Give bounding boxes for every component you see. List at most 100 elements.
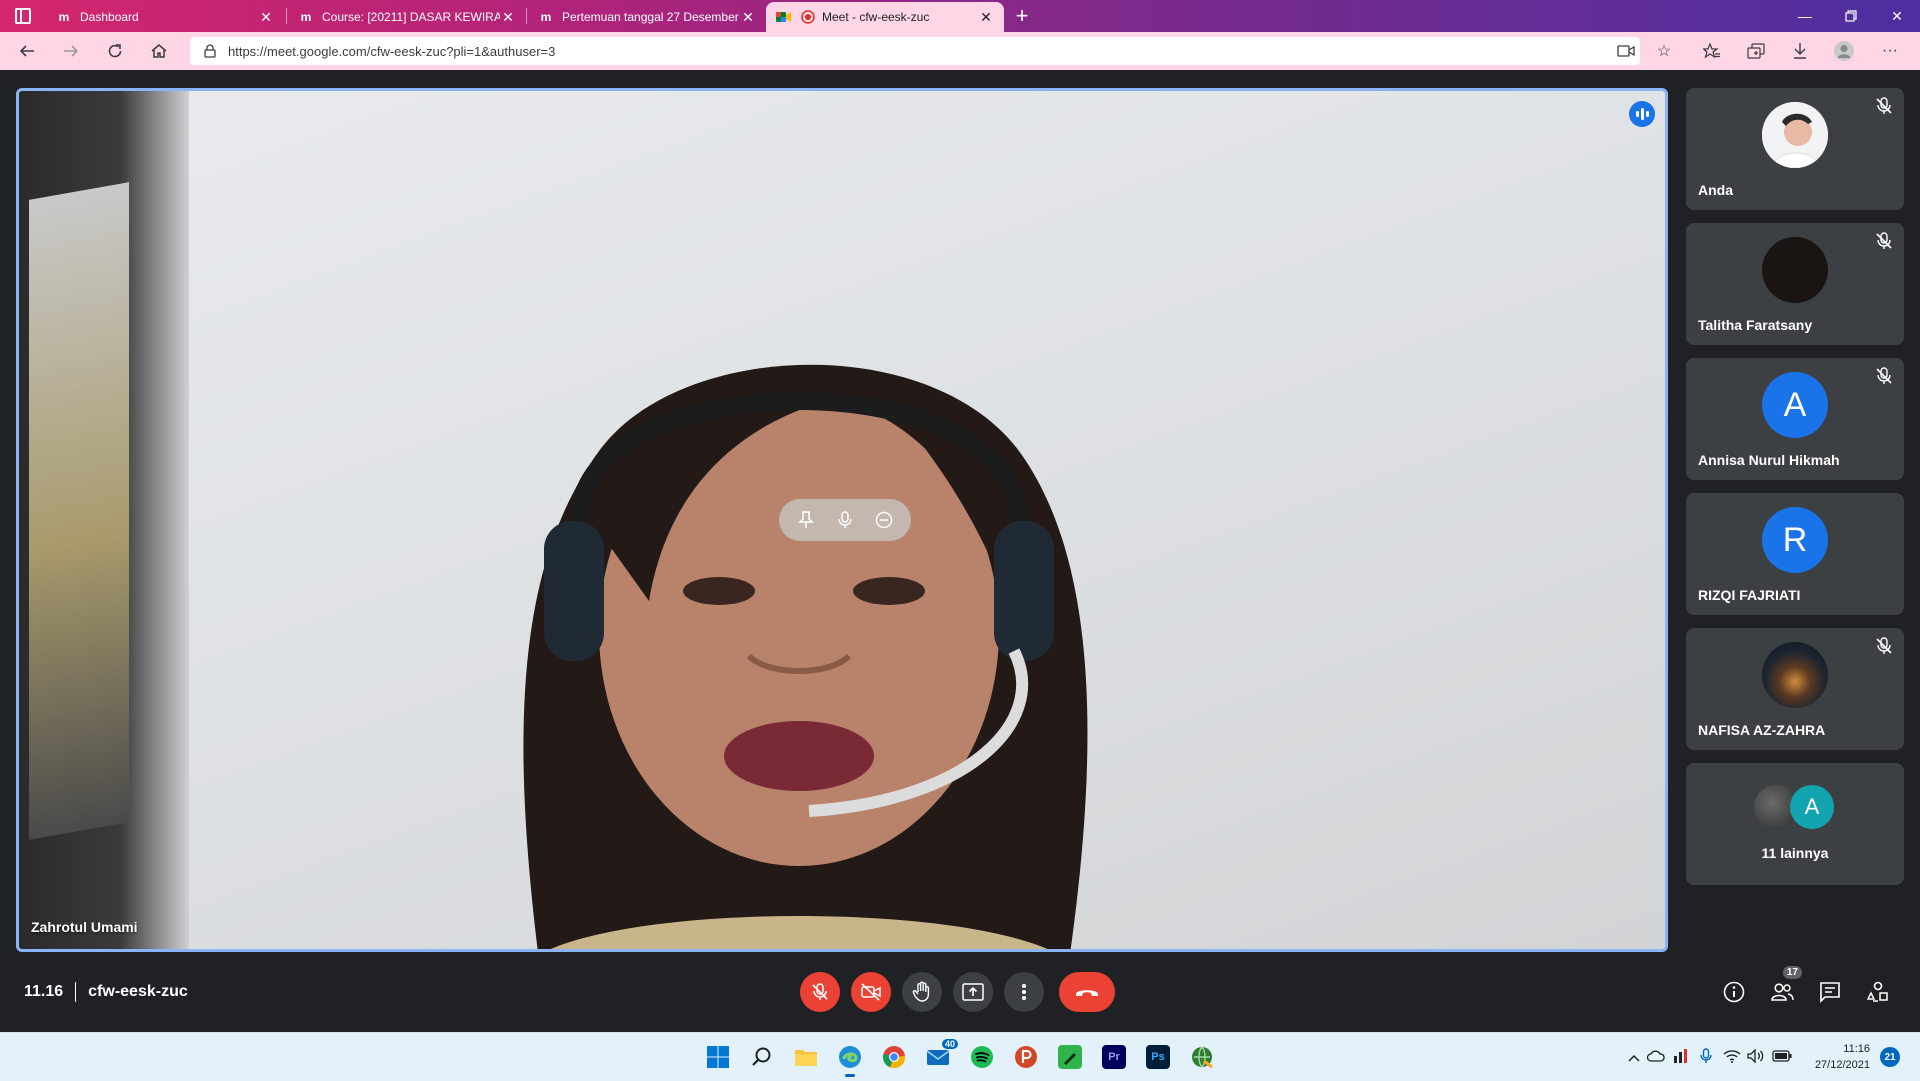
tab-title: Course: [20211] DASAR KEWIRAUSAHAAN bbox=[322, 10, 500, 24]
meeting-details-icon[interactable] bbox=[1718, 976, 1750, 1008]
spotify-icon[interactable] bbox=[966, 1041, 998, 1073]
close-icon[interactable]: ✕ bbox=[978, 9, 994, 26]
tab-pertemuan[interactable]: m Pertemuan tanggal 27 Desember ✕ bbox=[528, 2, 766, 32]
speaking-indicator-icon bbox=[1629, 101, 1655, 127]
more-participants-label: 11 lainnya bbox=[1761, 845, 1829, 861]
photoshop-icon[interactable]: Ps bbox=[1142, 1041, 1174, 1073]
present-screen-button[interactable] bbox=[953, 972, 993, 1012]
moodle-icon: m bbox=[300, 10, 312, 24]
start-icon[interactable] bbox=[702, 1041, 734, 1073]
more-options-icon[interactable]: ··· bbox=[1876, 38, 1904, 64]
raise-hand-icon bbox=[912, 981, 930, 1002]
network-app-icon[interactable] bbox=[1186, 1041, 1218, 1073]
volume-icon[interactable] bbox=[1744, 1047, 1768, 1066]
chat-icon[interactable] bbox=[1814, 976, 1846, 1008]
profile-icon[interactable] bbox=[1830, 38, 1858, 64]
restore-icon[interactable] bbox=[1828, 0, 1874, 32]
avatar: R bbox=[1762, 507, 1828, 573]
recording-icon bbox=[800, 9, 816, 25]
camera-off-button[interactable] bbox=[851, 972, 891, 1012]
moodle-icon: m bbox=[540, 10, 552, 24]
participant-tile[interactable]: Talitha Faratsany bbox=[1686, 223, 1904, 345]
muted-mic-icon bbox=[1874, 366, 1894, 386]
main-speaker-video[interactable]: Zahrotul Umami bbox=[16, 88, 1668, 952]
speaker-video-frame bbox=[523, 364, 1088, 949]
new-tab-icon[interactable]: + bbox=[1008, 2, 1036, 30]
tab-meet[interactable]: Meet - cfw-eesk-zuc ✕ bbox=[766, 2, 1004, 32]
favorites-icon[interactable] bbox=[1698, 38, 1726, 64]
avatar bbox=[1762, 237, 1828, 303]
address-bar-row: https://meet.google.com/cfw-eesk-zuc?pli… bbox=[0, 32, 1920, 70]
participant-tile[interactable]: NAFISA AZ-ZAHRA bbox=[1686, 628, 1904, 750]
edge-browser-icon[interactable] bbox=[834, 1041, 866, 1077]
participants-button[interactable]: 17 bbox=[1766, 966, 1802, 1008]
chevron-up-icon[interactable] bbox=[1624, 1050, 1644, 1065]
tab-course[interactable]: m Course: [20211] DASAR KEWIRAUSAHAAN ✕ bbox=[288, 2, 526, 32]
browser-tab-strip: m Dashboard ✕ m Course: [20211] DASAR KE… bbox=[0, 0, 1920, 32]
tab-dashboard[interactable]: m Dashboard ✕ bbox=[46, 2, 284, 32]
remove-participant-icon[interactable] bbox=[869, 505, 899, 535]
close-icon[interactable]: ✕ bbox=[500, 9, 516, 26]
muted-mic-icon bbox=[1874, 636, 1894, 656]
more-participants-tile[interactable]: A 11 lainnya bbox=[1686, 763, 1904, 885]
collections-icon[interactable] bbox=[1742, 38, 1770, 64]
back-icon[interactable] bbox=[12, 36, 42, 66]
moodle-icon: m bbox=[58, 10, 70, 24]
activities-icon[interactable] bbox=[1862, 976, 1894, 1008]
add-favorite-icon[interactable]: ☆ bbox=[1650, 38, 1678, 64]
google-meet-icon bbox=[776, 9, 792, 25]
minimize-icon[interactable]: — bbox=[1782, 0, 1828, 32]
file-explorer-icon[interactable] bbox=[790, 1041, 822, 1073]
clock-date: 27/12/2021 bbox=[1814, 1059, 1870, 1071]
leave-call-button[interactable] bbox=[1059, 972, 1115, 1012]
close-icon[interactable]: ✕ bbox=[740, 9, 756, 26]
drawing-app-icon[interactable] bbox=[1054, 1041, 1086, 1073]
muted-mic-icon bbox=[1874, 96, 1894, 116]
participant-count-badge: 17 bbox=[1782, 966, 1802, 979]
more-options-button[interactable] bbox=[1004, 972, 1044, 1012]
forward-icon[interactable] bbox=[56, 36, 86, 66]
close-window-icon[interactable]: ✕ bbox=[1874, 0, 1920, 32]
powerpoint-icon[interactable] bbox=[1010, 1041, 1042, 1073]
onedrive-icon[interactable] bbox=[1644, 1050, 1668, 1065]
chrome-icon[interactable] bbox=[878, 1041, 910, 1073]
url-text: https://meet.google.com/cfw-eesk-zuc?pli… bbox=[228, 43, 556, 59]
tab-actions-icon[interactable] bbox=[0, 0, 46, 32]
avatar: A bbox=[1762, 372, 1828, 438]
close-icon[interactable]: ✕ bbox=[258, 9, 274, 26]
hang-up-icon bbox=[1076, 990, 1098, 996]
participant-name: Talitha Faratsany bbox=[1698, 317, 1813, 333]
more-participants-avatars: A bbox=[1754, 785, 1838, 829]
raise-hand-button[interactable] bbox=[902, 972, 942, 1012]
taskbar-clock[interactable]: 11:16 27/12/2021 bbox=[1806, 1041, 1870, 1073]
people-icon bbox=[1771, 983, 1794, 1001]
wifi-icon[interactable] bbox=[1720, 1049, 1744, 1066]
notification-badge[interactable]: 21 bbox=[1880, 1047, 1900, 1067]
refresh-icon[interactable] bbox=[100, 36, 130, 66]
camera-in-use-icon[interactable] bbox=[1612, 38, 1640, 64]
pin-icon[interactable] bbox=[791, 505, 821, 535]
participant-tile[interactable]: R RIZQI FAJRIATI bbox=[1686, 493, 1904, 615]
performance-icon[interactable] bbox=[1668, 1048, 1692, 1067]
address-bar[interactable]: https://meet.google.com/cfw-eesk-zuc?pli… bbox=[190, 37, 1640, 65]
meeting-control-bar: 11.16 cfw-eesk-zuc 17 bbox=[0, 960, 1920, 1032]
windows-taskbar: 40 Pr Ps 11:16 27/12/2021 21 bbox=[0, 1032, 1920, 1081]
lock-icon[interactable] bbox=[196, 44, 224, 58]
mute-participant-icon[interactable] bbox=[830, 505, 860, 535]
tab-title: Pertemuan tanggal 27 Desember bbox=[562, 10, 739, 24]
more-vert-icon bbox=[1022, 984, 1026, 1000]
downloads-icon[interactable] bbox=[1786, 38, 1814, 64]
participant-tile[interactable]: Anda bbox=[1686, 88, 1904, 210]
search-icon[interactable] bbox=[746, 1041, 778, 1073]
home-icon[interactable] bbox=[144, 36, 174, 66]
tab-divider bbox=[526, 8, 527, 24]
battery-icon[interactable] bbox=[1768, 1049, 1796, 1065]
clock-time: 11:16 bbox=[1843, 1043, 1870, 1055]
microphone-tray-icon[interactable] bbox=[1692, 1047, 1720, 1067]
participant-name: RIZQI FAJRIATI bbox=[1698, 587, 1801, 603]
microphone-off-button[interactable] bbox=[800, 972, 840, 1012]
tab-divider bbox=[286, 8, 287, 24]
participant-tile[interactable]: A Annisa Nurul Hikmah bbox=[1686, 358, 1904, 480]
mail-icon[interactable]: 40 bbox=[922, 1039, 958, 1073]
premiere-pro-icon[interactable]: Pr bbox=[1098, 1041, 1130, 1073]
